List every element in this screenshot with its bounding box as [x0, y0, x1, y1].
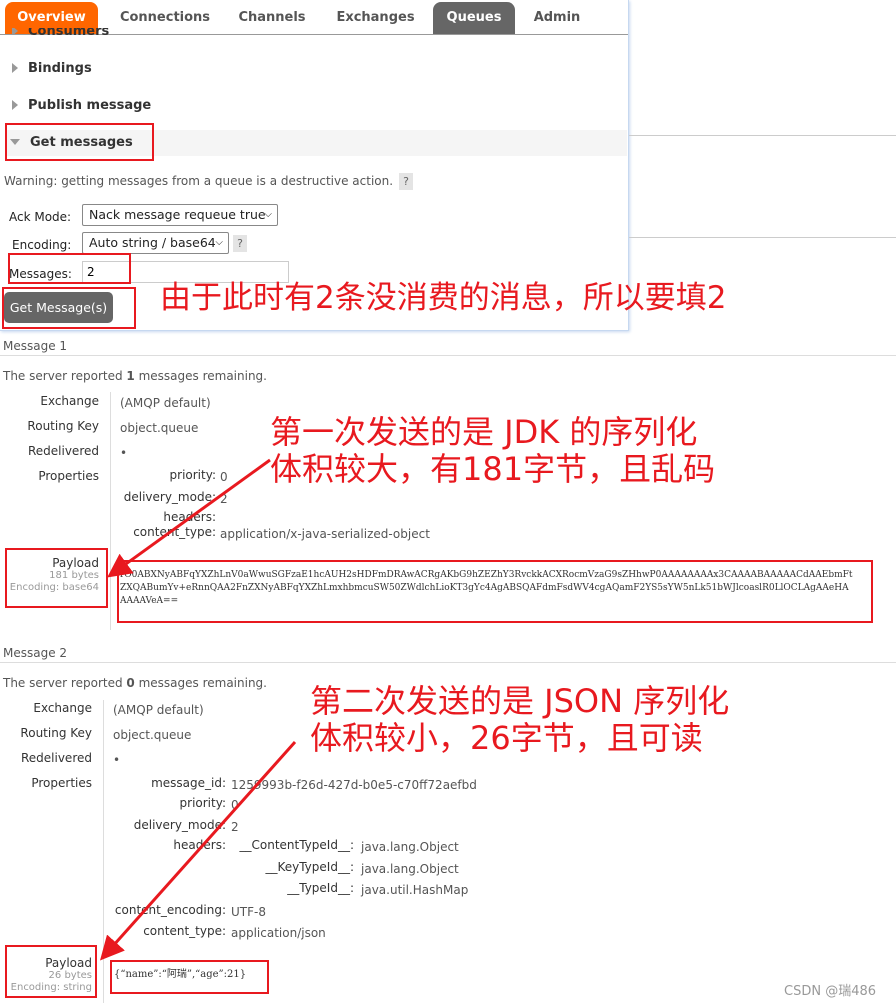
help-icon[interactable]: ?	[399, 173, 413, 190]
section-label: Publish message	[28, 98, 152, 113]
property-value: application/x-java-serialized-object	[220, 527, 430, 541]
property-value: 0	[220, 470, 228, 484]
highlight-box	[5, 945, 97, 998]
property-key: delivery_mode:	[123, 490, 216, 504]
section-publish-message[interactable]: Publish message	[12, 98, 151, 113]
annotation-json: 第二次发送的是 JSON 序列化 体积较小，26字节，且可读	[310, 682, 730, 757]
property-value: 0	[231, 798, 239, 812]
property-value: UTF-8	[231, 905, 266, 919]
message-1-title: Message 1	[3, 339, 68, 353]
tab-exchanges[interactable]: Exchanges	[328, 2, 423, 34]
redelivered-value: •	[120, 446, 128, 460]
highlight-box	[110, 960, 269, 994]
highlight-box	[2, 287, 136, 329]
property-key: headers:	[173, 838, 226, 852]
exchange-value: (AMQP default)	[120, 396, 211, 410]
routing-key-label: Routing Key	[27, 419, 99, 433]
property-key: priority:	[179, 796, 226, 810]
exchange-label: Exchange	[40, 394, 99, 408]
redelivered-label: Redelivered	[20, 751, 92, 765]
tab-queues[interactable]: Queues	[433, 2, 515, 34]
encoding-label: Encoding:	[12, 238, 72, 252]
section-label: Bindings	[28, 61, 92, 76]
redelivered-value: •	[113, 753, 121, 767]
section-bindings[interactable]: Bindings	[12, 61, 92, 76]
warning-text: Warning: getting messages from a queue i…	[4, 174, 394, 188]
header-value: java.util.HashMap	[361, 883, 469, 897]
property-key: priority:	[169, 468, 216, 482]
message-2-title: Message 2	[3, 646, 68, 660]
highlight-box	[5, 548, 108, 608]
property-value: application/json	[231, 926, 326, 940]
property-key: headers:	[163, 510, 216, 524]
header-value: java.lang.Object	[361, 862, 459, 876]
property-key: content_type:	[143, 924, 226, 938]
property-key: content_encoding:	[114, 903, 226, 917]
chevron-down-icon: ⌵	[215, 237, 223, 248]
property-value: 2	[220, 492, 228, 506]
property-value: 2	[231, 820, 239, 834]
header-key: __TypeId__:	[287, 881, 354, 895]
annotation-jdk: 第一次发送的是 JDK 的序列化 体积较大，有181字节，且乱码	[270, 413, 716, 488]
property-value: 1259993b-f26d-427d-b0e5-c70ff72aefbd	[231, 778, 477, 792]
tab-connections[interactable]: Connections	[110, 2, 220, 34]
routing-key-value: object.queue	[113, 728, 192, 742]
header-key: __ContentTypeId__:	[239, 838, 355, 852]
ack-mode-value: Nack message requeue true	[89, 207, 266, 222]
routing-key-label: Routing Key	[20, 726, 92, 740]
ack-mode-label: Ack Mode:	[9, 210, 72, 224]
expand-icon	[12, 63, 18, 73]
message-2-remaining: The server reported 0 messages remaining…	[3, 676, 267, 690]
exchange-label: Exchange	[33, 701, 92, 715]
chevron-down-icon: ⌵	[264, 209, 272, 220]
message-1-remaining: The server reported 1 messages remaining…	[3, 369, 267, 383]
highlight-box	[8, 253, 131, 284]
property-key: delivery_mode:	[133, 818, 226, 832]
watermark: CSDN @瑞486	[784, 984, 877, 999]
ack-mode-select[interactable]: Nack message requeue true ⌵	[82, 204, 278, 226]
highlight-box	[5, 123, 154, 161]
tab-channels[interactable]: Channels	[228, 2, 316, 34]
routing-key-value: object.queue	[120, 421, 199, 435]
encoding-value: Auto string / base64	[89, 235, 216, 250]
highlight-box	[117, 560, 873, 623]
header-key: __KeyTypeId__:	[265, 860, 354, 874]
exchange-value: (AMQP default)	[113, 703, 204, 717]
expand-icon	[12, 100, 18, 110]
annotation-fill-2: 由于此时有2条没消费的消息，所以要填2	[160, 280, 727, 316]
header-value: java.lang.Object	[361, 840, 459, 854]
property-key: message_id:	[151, 776, 226, 790]
redelivered-label: Redelivered	[27, 444, 99, 458]
properties-label: Properties	[31, 776, 92, 790]
help-icon[interactable]: ?	[233, 235, 247, 252]
encoding-select[interactable]: Auto string / base64 ⌵	[82, 232, 229, 254]
property-key: content_type:	[133, 525, 216, 539]
tab-admin[interactable]: Admin	[522, 2, 592, 34]
properties-label: Properties	[38, 469, 99, 483]
